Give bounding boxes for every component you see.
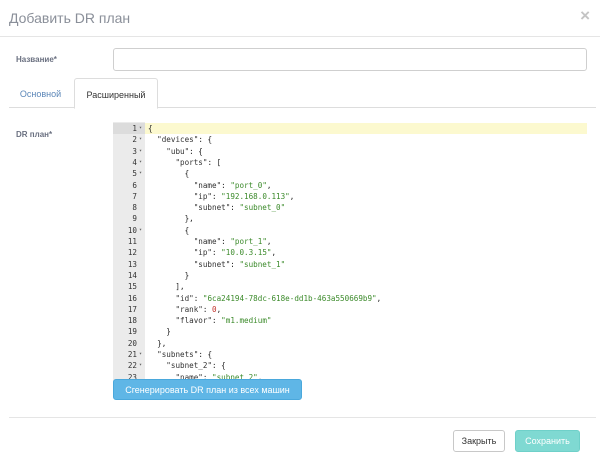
code-line[interactable]: 16 "id": "6ca24194-78dc-618e-dd1b-463a55… — [113, 293, 587, 304]
code-text: }, — [148, 214, 194, 224]
fold-toggle-icon[interactable]: ▾ — [139, 146, 145, 157]
code-line[interactable]: 5 ▾ { — [113, 168, 587, 179]
code-text: "rank": 0, — [175, 304, 222, 314]
line-number: 16 — [127, 293, 137, 303]
line-number: 14 — [127, 270, 137, 280]
fold-toggle-icon[interactable]: ▾ — [139, 168, 145, 179]
line-number: 13 — [127, 259, 137, 269]
code-line[interactable]: 1 ▾{ — [113, 123, 587, 135]
line-number: 18 — [127, 316, 137, 326]
fold-toggle-icon[interactable]: ▾ — [139, 157, 145, 168]
fold-toggle-icon[interactable]: ▾ — [139, 123, 145, 134]
line-number: 6 — [132, 180, 137, 190]
code-text: { — [148, 124, 153, 133]
line-number: 15 — [127, 282, 137, 292]
code-text: "subnet": "subnet_1" — [193, 259, 286, 269]
line-number: 17 — [127, 304, 137, 314]
generate-dr-plan-button[interactable]: Сгенерировать DR план из всех машин — [113, 379, 302, 400]
code-line[interactable]: 6 "name": "port_0", — [113, 180, 587, 191]
tab-basic[interactable]: Основной — [9, 78, 72, 109]
close-icon[interactable]: × — [580, 7, 590, 24]
line-number: 11 — [127, 237, 137, 246]
tab-advanced[interactable]: Расширенный — [74, 78, 158, 109]
code-text: "ip": "192.168.0.113", — [193, 191, 295, 201]
code-text: "ports": [ — [175, 157, 222, 167]
code-text: { — [148, 169, 190, 179]
code-text: } — [148, 327, 171, 337]
save-button[interactable]: Сохранить — [515, 430, 580, 452]
footer-divider — [9, 417, 596, 418]
code-line[interactable]: 13 "subnet": "subnet_1" — [113, 259, 587, 270]
code-line[interactable]: 17 "rank": 0, — [113, 304, 587, 315]
code-line[interactable]: 8 "subnet": "subnet_0" — [113, 202, 587, 213]
close-button[interactable]: Закрыть — [453, 430, 505, 452]
dialog-header: Добавить DR план × — [0, 0, 600, 37]
code-text: "subnet_2": { — [166, 361, 226, 371]
code-text: "id": "6ca24194-78dc-618e-dd1b-463a55066… — [175, 293, 382, 303]
code-text: "subnet": "subnet_0" — [193, 203, 286, 213]
name-label: Название* — [16, 55, 57, 64]
code-text: "subnets": { — [157, 350, 213, 359]
dialog-title: Добавить DR план — [9, 10, 131, 26]
code-text: "name": "port_1", — [193, 237, 272, 246]
code-line[interactable]: 22 ▾ "subnet_2": { — [113, 360, 587, 371]
fold-toggle-icon[interactable]: ▾ — [139, 134, 145, 145]
line-number: 20 — [127, 338, 137, 348]
code-line[interactable]: 12 "ip": "10.0.3.15", — [113, 247, 587, 258]
code-line[interactable]: 3 ▾ "ubu": { — [113, 146, 587, 157]
code-line[interactable]: 15 ], — [113, 281, 587, 292]
name-input[interactable] — [113, 48, 587, 71]
dr-plan-label: DR план* — [16, 130, 53, 139]
code-text: } — [148, 270, 190, 280]
fold-toggle-icon[interactable]: ▾ — [139, 225, 145, 236]
line-number: 7 — [132, 191, 137, 201]
code-editor[interactable]: 1 ▾{2 ▾ "devices": {3 ▾ "ubu": {4 ▾ "ports":… — [113, 122, 587, 382]
fold-toggle-icon[interactable]: ▾ — [139, 349, 145, 360]
code-line[interactable]: 10 ▾ { — [113, 225, 587, 236]
fold-toggle-icon[interactable]: ▾ — [139, 360, 145, 371]
code-line[interactable]: 9 }, — [113, 213, 587, 224]
code-text: }, — [148, 338, 167, 348]
line-number: 8 — [132, 203, 137, 213]
code-line[interactable]: 18 "flavor": "m1.medium" — [113, 315, 587, 326]
code-line[interactable]: 21 ▾ "subnets": { — [113, 349, 587, 360]
code-line[interactable]: 19 } — [113, 326, 587, 337]
line-number: 9 — [132, 214, 137, 224]
code-text: "ip": "10.0.3.15", — [193, 248, 277, 258]
tab-bar: Основной Расширенный — [9, 78, 596, 109]
code-text: "devices": { — [157, 135, 213, 145]
code-line[interactable]: 2 ▾ "devices": { — [113, 134, 587, 145]
code-text: ], — [148, 282, 185, 292]
code-line[interactable]: 7 "ip": "192.168.0.113", — [113, 191, 587, 202]
code-line[interactable]: 20 }, — [113, 338, 587, 349]
line-number: 12 — [127, 248, 137, 258]
code-line[interactable]: 4 ▾ "ports": [ — [113, 157, 587, 168]
code-text: "flavor": "m1.medium" — [175, 316, 272, 326]
code-text: { — [148, 225, 190, 235]
code-text: "ubu": { — [166, 146, 203, 156]
code-line[interactable]: 14 } — [113, 270, 587, 281]
line-number: 19 — [127, 327, 137, 337]
code-line[interactable]: 11 "name": "port_1", — [113, 236, 587, 247]
code-text: "name": "port_0", — [193, 180, 272, 190]
